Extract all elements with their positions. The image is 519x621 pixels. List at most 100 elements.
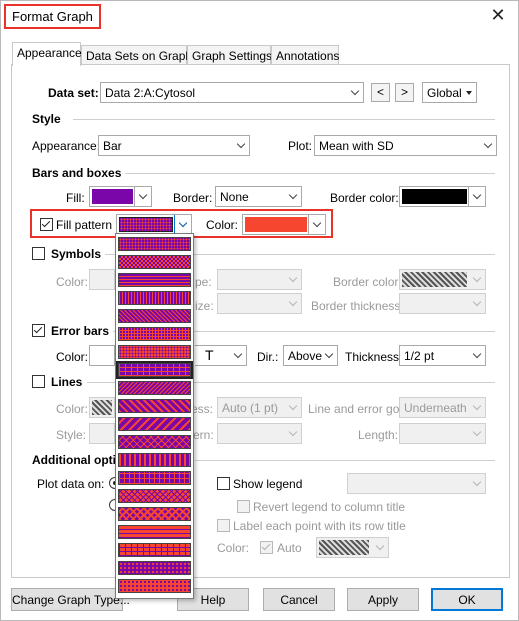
data-set-select[interactable]: Data 2:A:Cytosol (100, 82, 364, 103)
chevron-down-icon (468, 346, 485, 365)
chevron-down-icon (134, 187, 151, 206)
auto-checkbox[interactable] (260, 541, 273, 554)
symbol-border-color-label: Border color: (333, 275, 402, 289)
line-error-label: Line and error go: (308, 402, 403, 416)
pattern-color-swatch (245, 217, 307, 232)
fill-color-swatch (92, 189, 133, 204)
line-style-select[interactable] (89, 423, 115, 444)
legend-position-select[interactable] (347, 473, 486, 494)
fill-pattern-label: Fill pattern (56, 218, 113, 232)
apply-button[interactable]: Apply (347, 588, 419, 611)
chevron-down-icon (284, 270, 301, 289)
line-thickness-value: Auto (1 pt) (222, 401, 279, 415)
chevron-down-icon (284, 398, 301, 417)
show-legend-checkbox[interactable] (217, 477, 230, 490)
symbols-checkbox[interactable] (32, 247, 45, 260)
label-color-swatch (319, 540, 369, 555)
symbol-size-label: ize: (195, 299, 214, 313)
fill-pattern-checkbox[interactable] (40, 218, 53, 231)
dir-label: Dir.: (257, 350, 279, 364)
line-error-select[interactable]: Underneath (399, 397, 486, 418)
border-color-select[interactable] (399, 186, 486, 207)
tab-data-sets-on-graph[interactable]: Data Sets on Graph (81, 45, 192, 65)
plot-select[interactable]: Mean with SD (314, 135, 497, 156)
symbol-color-label: Color: (56, 275, 89, 289)
error-color-select[interactable] (89, 345, 115, 366)
chevron-down-icon (468, 270, 485, 289)
error-style-select[interactable]: T (195, 345, 247, 366)
appearance-select[interactable]: Bar (98, 135, 250, 156)
next-dataset-button[interactable]: > (395, 83, 414, 102)
chevron-down-icon (232, 136, 249, 155)
pattern-option-fine-grid[interactable] (118, 327, 191, 341)
revert-legend-checkbox[interactable] (237, 500, 250, 513)
scope-select[interactable]: Global (422, 82, 477, 103)
tab-annotations[interactable]: Annotations (271, 45, 339, 65)
line-length-label: Length: (358, 428, 399, 442)
symbol-size-select[interactable] (217, 293, 302, 314)
border-select[interactable]: None (215, 186, 302, 207)
symbol-shape-label: pe: (195, 275, 212, 289)
close-icon[interactable]: ✕ (488, 6, 508, 26)
pattern-option-dense-dots[interactable] (118, 345, 191, 359)
label-each-point-checkbox[interactable] (217, 519, 230, 532)
chevron-down-icon (308, 215, 325, 234)
pattern-option-dots-wide[interactable] (118, 561, 191, 575)
pattern-option-horiz-wide[interactable] (118, 525, 191, 539)
fill-pattern-select[interactable] (116, 214, 192, 235)
pattern-option-vert-lines[interactable] (118, 291, 191, 305)
pattern-option-diag-up-wide[interactable] (118, 399, 191, 413)
window-title: Format Graph (4, 4, 101, 29)
pattern-option-dotted[interactable] (118, 579, 191, 593)
symbol-color-select[interactable] (89, 269, 115, 290)
tab-graph-settings[interactable]: Graph Settings (187, 45, 272, 65)
chevron-down-icon (371, 538, 388, 557)
symbol-border-thickness-label: Border thickness: (311, 299, 404, 313)
pattern-option-checker[interactable] (118, 255, 191, 269)
ok-button[interactable]: OK (431, 588, 503, 611)
lines-checkbox[interactable] (32, 375, 45, 388)
fill-color-select[interactable] (89, 186, 152, 207)
symbols-heading: Symbols (51, 247, 102, 261)
symbol-shape-select[interactable] (217, 269, 302, 290)
error-bars-checkbox[interactable] (32, 324, 45, 337)
symbol-border-color-select[interactable] (399, 269, 486, 290)
line-pattern-select[interactable] (217, 423, 302, 444)
pattern-option-diag-down-wide[interactable] (118, 417, 191, 431)
line-color-select[interactable] (89, 397, 115, 418)
chevron-down-icon (346, 83, 363, 102)
pattern-option-fine-dots[interactable] (118, 237, 191, 251)
show-legend-label: Show legend (233, 477, 303, 491)
line-color-swatch (92, 400, 112, 415)
thickness-label: Thickness: (345, 350, 403, 364)
change-graph-type-button[interactable]: Change Graph Type... (11, 588, 130, 611)
pattern-option-diag-down[interactable] (118, 381, 191, 395)
symbol-border-thickness-select[interactable] (399, 293, 486, 314)
line-thickness-select[interactable]: Auto (1 pt) (217, 397, 302, 418)
pattern-option-vert-wide[interactable] (118, 453, 191, 467)
pattern-option-grid-wide[interactable] (118, 471, 191, 485)
line-length-select[interactable] (399, 423, 486, 444)
pattern-color-select[interactable] (242, 214, 326, 235)
fill-pattern-dropdown-list[interactable] (115, 233, 194, 599)
pattern-option-diamond[interactable] (118, 489, 191, 503)
thickness-select[interactable]: 1/2 pt (399, 345, 486, 366)
line-thickness-label: ess: (191, 402, 214, 416)
pattern-option-diag-cross[interactable] (118, 435, 191, 449)
chevron-down-icon (284, 424, 301, 443)
pattern-option-horiz-lines[interactable] (118, 273, 191, 287)
dir-select[interactable]: Above (283, 345, 338, 366)
pattern-option-diag-up[interactable] (118, 309, 191, 323)
line-pattern-label: ern: (193, 428, 214, 442)
dir-value: Above (288, 349, 323, 363)
pattern-option-brick[interactable] (116, 361, 193, 379)
pattern-option-vert-grid[interactable] (118, 543, 191, 557)
pattern-option-weave[interactable] (118, 507, 191, 521)
error-style-value: T (205, 347, 214, 363)
chevron-down-icon (229, 346, 246, 365)
prev-dataset-button[interactable]: < (371, 83, 390, 102)
cancel-button[interactable]: Cancel (263, 588, 335, 611)
label-color-select[interactable] (316, 537, 389, 558)
pattern-color-label: Color: (206, 218, 239, 232)
tab-appearance[interactable]: Appearance (12, 42, 82, 66)
